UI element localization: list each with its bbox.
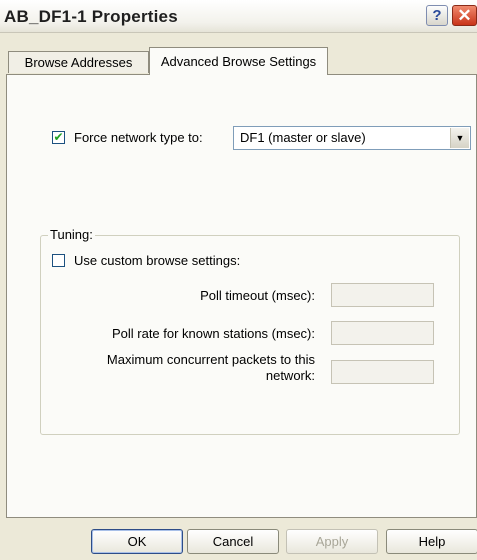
network-type-select[interactable]: DF1 (master or slave) ▼ — [233, 126, 471, 150]
window-title: AB_DF1-1 Properties — [4, 7, 178, 26]
custom-browse-checkbox[interactable] — [52, 254, 65, 267]
tuning-group-title: Tuning: — [48, 227, 95, 242]
help-button[interactable]: Help — [386, 529, 477, 554]
poll-timeout-input[interactable] — [331, 283, 434, 307]
force-network-label: Force network type to: — [74, 130, 203, 145]
max-packets-label-line1: Maximum concurrent packets to this — [106, 352, 315, 367]
max-packets-label-line2: network: — [265, 368, 315, 383]
max-packets-input[interactable] — [331, 360, 434, 384]
poll-rate-label: Poll rate for known stations (msec): — [111, 326, 315, 341]
tab-advanced-browse-settings[interactable]: Advanced Browse Settings — [149, 47, 328, 75]
ok-button[interactable]: OK — [91, 529, 183, 554]
poll-rate-input[interactable] — [331, 321, 434, 345]
force-network-checkbox[interactable]: ✔ — [52, 131, 65, 144]
apply-button[interactable]: Apply — [286, 529, 378, 554]
tab-browse-addresses[interactable]: Browse Addresses — [8, 51, 149, 73]
network-type-value: DF1 (master or slave) — [240, 130, 366, 145]
poll-timeout-label: Poll timeout (msec): — [200, 288, 315, 303]
chevron-down-icon[interactable]: ▼ — [450, 128, 469, 148]
close-icon[interactable]: ✕ — [452, 5, 477, 26]
check-mark-icon: ✔ — [53, 130, 64, 144]
cancel-button[interactable]: Cancel — [187, 529, 279, 554]
title-bar[interactable]: AB_DF1-1 Properties ? ✕ — [0, 0, 477, 33]
help-icon[interactable]: ? — [426, 5, 448, 26]
custom-browse-label: Use custom browse settings: — [74, 253, 241, 268]
